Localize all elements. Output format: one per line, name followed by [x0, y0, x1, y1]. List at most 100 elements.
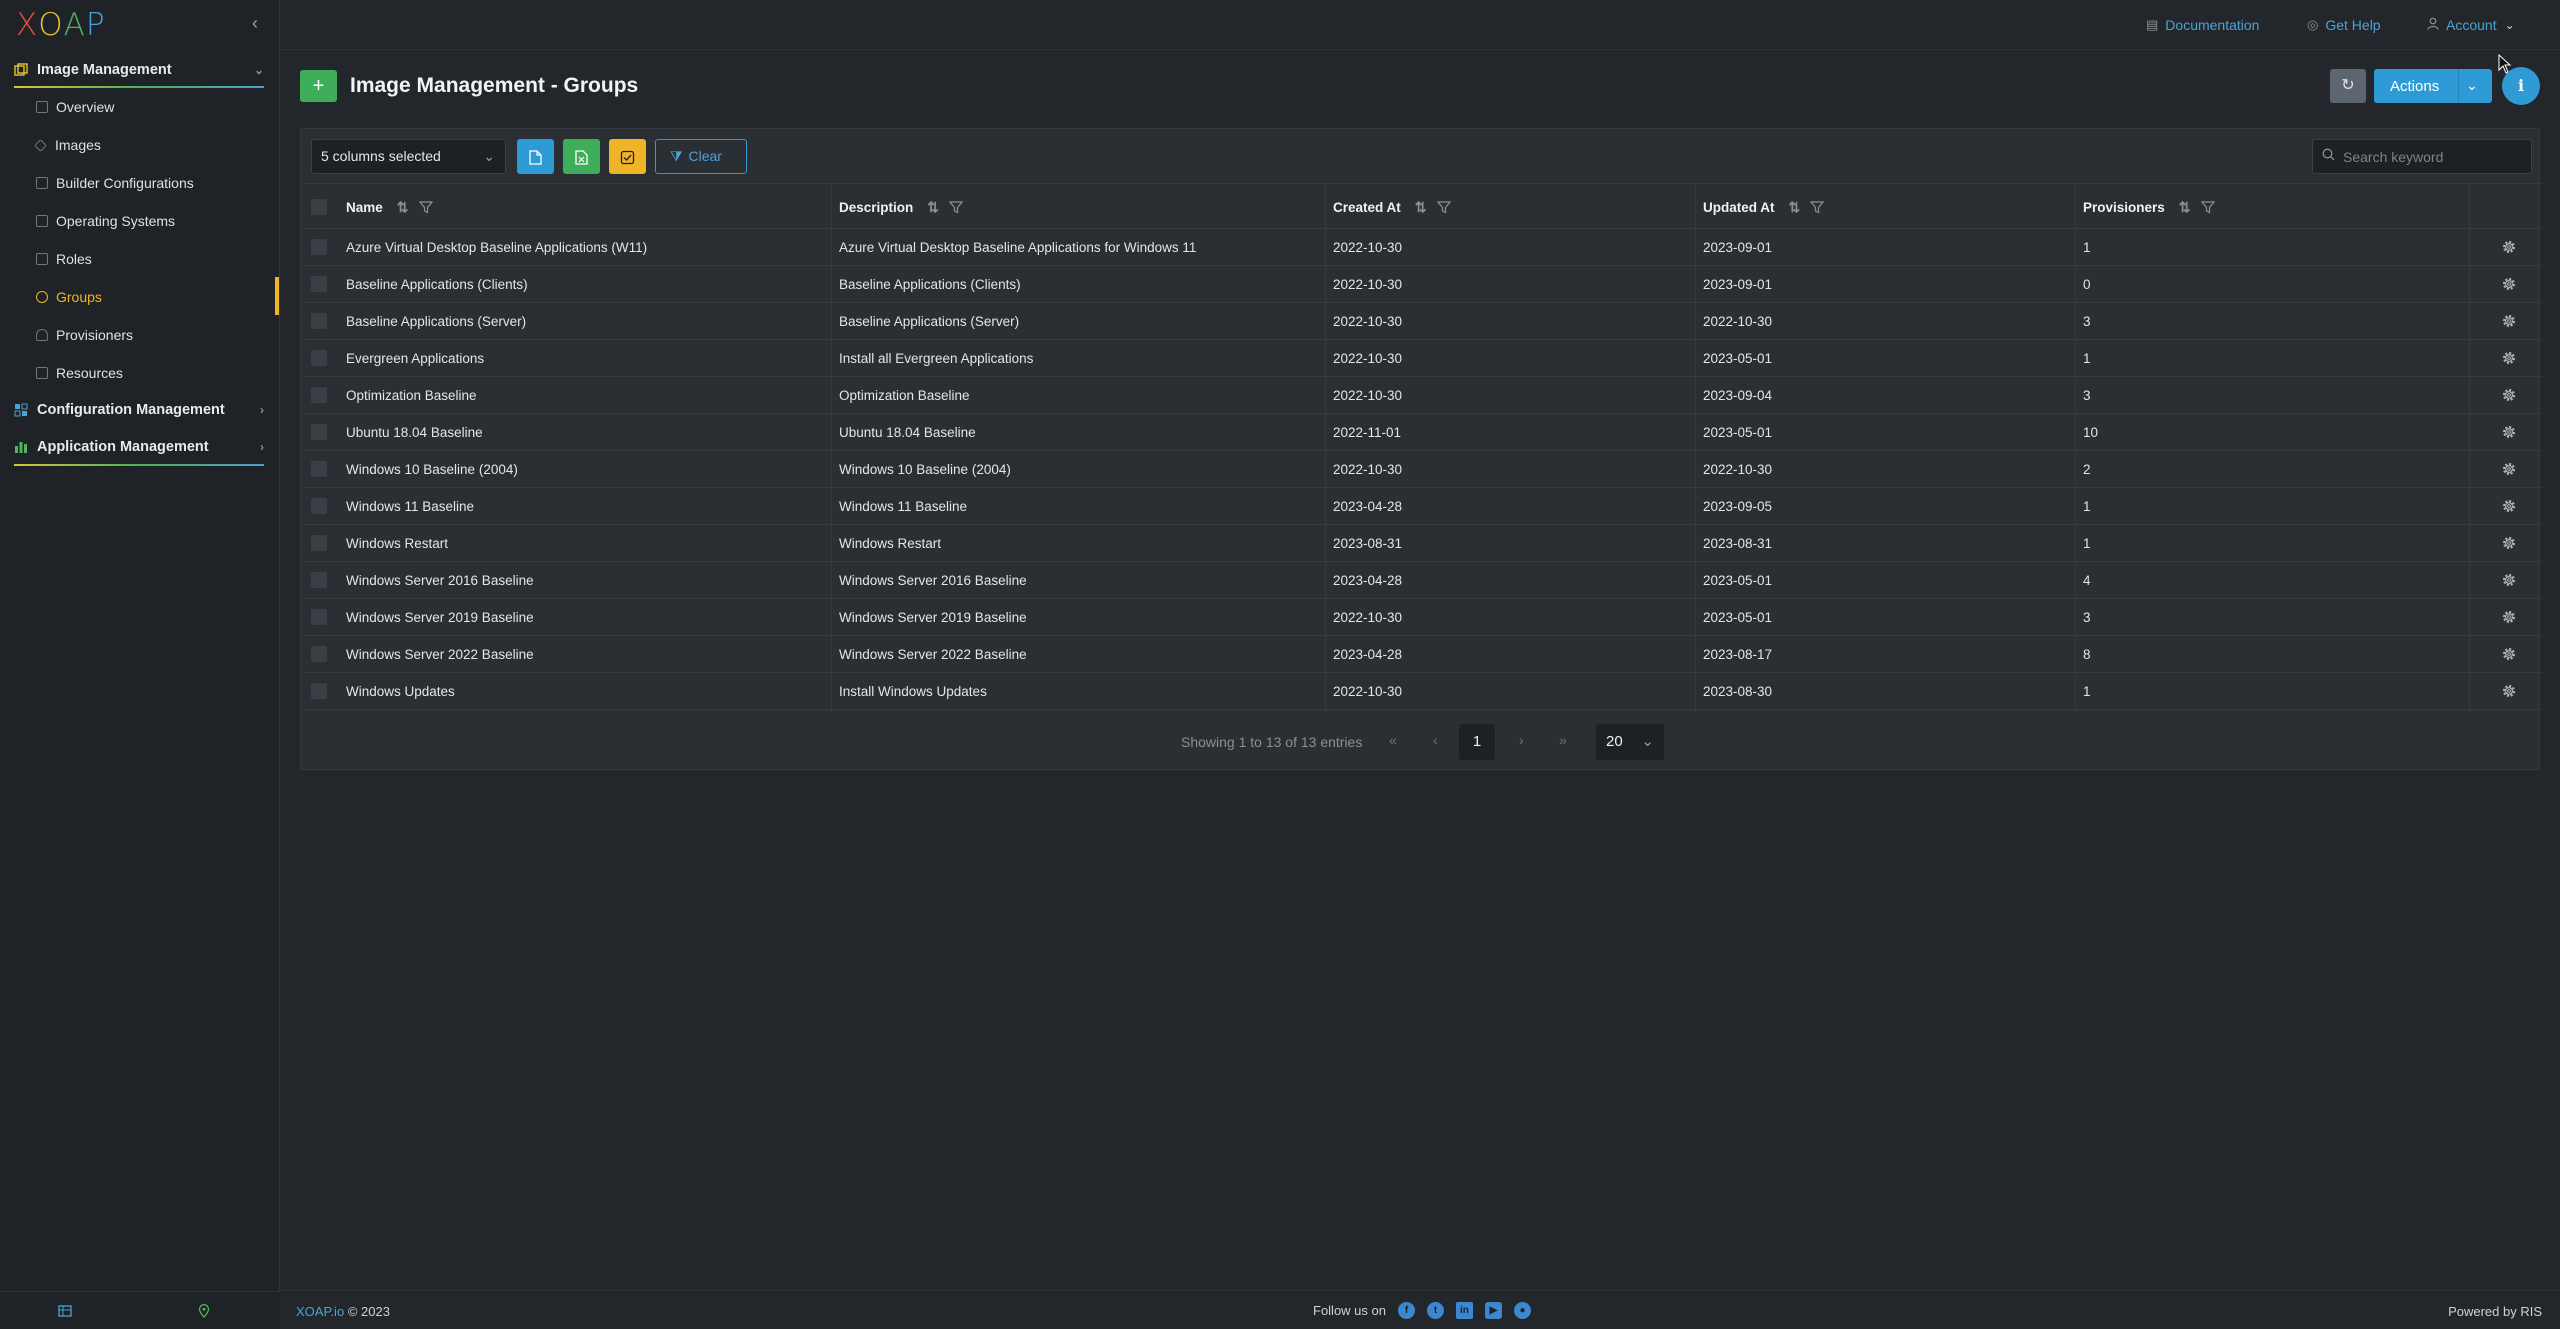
row-checkbox[interactable] [311, 609, 327, 625]
row-checkbox[interactable] [311, 387, 327, 403]
xoap-link[interactable]: XOAP.io [296, 1304, 344, 1319]
clear-filters-button[interactable]: ⧩ Clear [655, 139, 747, 174]
documentation-link[interactable]: ▤ Documentation [2146, 16, 2259, 34]
twitter-icon[interactable]: t [1426, 1302, 1444, 1319]
column-header-updated-at[interactable]: Updated At ⇅ [1703, 184, 1825, 230]
select-all-checkbox[interactable] [311, 199, 327, 215]
info-button[interactable]: i [2502, 67, 2540, 105]
table-row[interactable]: Windows Restart Windows Restart 2023-08-31… [301, 525, 2541, 562]
location-pin-icon[interactable] [197, 1304, 211, 1318]
table-row[interactable]: Windows 10 Baseline (2004) Windows 10 Bas… [301, 451, 2541, 488]
refresh-button[interactable]: ↻ [2330, 69, 2366, 103]
table-row[interactable]: Windows Updates Install Windows Updates 20… [301, 673, 2541, 710]
gear-icon[interactable] [2501, 609, 2517, 625]
sidebar-item-label: Provisioners [56, 327, 134, 343]
xoap-logo[interactable]: XOAP [16, 7, 106, 43]
row-checkbox[interactable] [311, 683, 327, 699]
sort-icon[interactable]: ⇅ [927, 199, 939, 216]
gear-icon[interactable] [2501, 535, 2517, 551]
select-all-button[interactable] [609, 139, 646, 174]
sidebar-item-groups[interactable]: Groups [0, 282, 280, 312]
account-menu[interactable]: Account ⌄ [2427, 16, 2515, 34]
gear-icon[interactable] [2501, 350, 2517, 366]
table-row[interactable]: Evergreen Applications Install all Evergr… [301, 340, 2541, 377]
table-row[interactable]: Baseline Applications (Clients) Baseline … [301, 266, 2541, 303]
gear-icon[interactable] [2501, 572, 2517, 588]
row-checkbox[interactable] [311, 239, 327, 255]
gear-icon[interactable] [2501, 387, 2517, 403]
sidebar-item-operating-systems[interactable]: Operating Systems [0, 206, 280, 236]
table-row[interactable]: Windows Server 2022 Baseline Windows Serv… [301, 636, 2541, 673]
current-page-button[interactable]: 1 [1459, 724, 1495, 760]
collapse-sidebar-icon[interactable]: ‹ [244, 12, 266, 34]
table-row[interactable]: Windows 11 Baseline Windows 11 Baseline 20… [301, 488, 2541, 525]
first-page-icon[interactable]: « [1389, 732, 1397, 748]
column-selector[interactable]: 5 columns selected ⌄ [311, 139, 506, 174]
table-row[interactable]: Azure Virtual Desktop Baseline Applicati… [301, 229, 2541, 266]
table-view-icon[interactable] [58, 1304, 72, 1318]
gear-icon[interactable] [2501, 276, 2517, 292]
row-checkbox[interactable] [311, 646, 327, 662]
table-row[interactable]: Baseline Applications (Server) Baseline A… [301, 303, 2541, 340]
sort-icon[interactable]: ⇅ [1415, 199, 1427, 216]
last-page-icon[interactable]: » [1559, 732, 1567, 748]
footer-copyright: XOAP.io © 2023 [296, 1304, 390, 1319]
gear-icon[interactable] [2501, 646, 2517, 662]
row-checkbox[interactable] [311, 498, 327, 514]
chevron-down-icon[interactable]: ⌄ [2466, 77, 2478, 94]
search-box[interactable] [2312, 139, 2532, 174]
filter-icon[interactable] [949, 200, 963, 214]
column-header-description[interactable]: Description ⇅ [839, 184, 963, 230]
sidebar-item-images[interactable]: Images [0, 130, 280, 160]
nav-section-image-management[interactable]: Image Management ⌄ [0, 55, 280, 85]
column-header-provisioners[interactable]: Provisioners ⇅ [2083, 184, 2215, 230]
filter-icon[interactable] [1436, 200, 1451, 214]
row-checkbox[interactable] [311, 535, 327, 551]
sidebar-item-overview[interactable]: Overview [0, 92, 280, 122]
row-checkbox[interactable] [311, 313, 327, 329]
gear-icon[interactable] [2501, 239, 2517, 255]
row-checkbox[interactable] [311, 572, 327, 588]
table-row[interactable]: Windows Server 2016 Baseline Windows Serv… [301, 562, 2541, 599]
page-size-select[interactable]: 20 ⌄ [1596, 724, 1664, 760]
table-row[interactable]: Optimization Baseline Optimization Baseli… [301, 377, 2541, 414]
filter-icon[interactable] [2200, 200, 2215, 214]
add-group-button[interactable]: + [300, 70, 337, 102]
nav-section-configuration-management[interactable]: Configuration Management › [0, 395, 280, 425]
export-csv-button[interactable] [517, 139, 554, 174]
filter-icon[interactable] [1810, 200, 1825, 214]
sidebar-item-roles[interactable]: Roles [0, 244, 280, 274]
linkedin-icon[interactable]: in [1455, 1302, 1473, 1319]
row-checkbox[interactable] [311, 276, 327, 292]
filter-icon[interactable] [418, 200, 433, 214]
gear-icon[interactable] [2501, 424, 2517, 440]
check-square-icon [620, 150, 635, 164]
gear-icon[interactable] [2501, 461, 2517, 477]
table-row[interactable]: Ubuntu 18.04 Baseline Ubuntu 18.04 Baseli… [301, 414, 2541, 451]
sort-icon[interactable]: ⇅ [397, 199, 409, 216]
gear-icon[interactable] [2501, 683, 2517, 699]
sidebar-item-provisioners[interactable]: Provisioners [0, 320, 280, 350]
prev-page-icon[interactable]: ‹ [1433, 732, 1438, 748]
export-excel-button[interactable] [563, 139, 600, 174]
sidebar-item-builder-configurations[interactable]: Builder Configurations [0, 168, 280, 198]
next-page-icon[interactable]: › [1519, 732, 1524, 748]
get-help-link[interactable]: ◎ Get Help [2307, 16, 2381, 34]
facebook-icon[interactable]: f [1397, 1302, 1415, 1319]
gear-icon[interactable] [2501, 313, 2517, 329]
github-icon[interactable]: ● [1513, 1302, 1531, 1319]
nav-section-application-management[interactable]: Application Management › [0, 432, 280, 462]
youtube-icon[interactable]: ▶ [1484, 1302, 1502, 1319]
sort-icon[interactable]: ⇅ [2179, 199, 2191, 216]
search-input[interactable] [2343, 140, 2523, 173]
row-checkbox[interactable] [311, 350, 327, 366]
sidebar-item-resources[interactable]: Resources [0, 358, 280, 388]
table-row[interactable]: Windows Server 2019 Baseline Windows Serv… [301, 599, 2541, 636]
row-checkbox[interactable] [311, 424, 327, 440]
actions-button[interactable]: Actions ⌄ [2374, 69, 2492, 103]
row-checkbox[interactable] [311, 461, 327, 477]
column-header-created-at[interactable]: Created At ⇅ [1333, 184, 1451, 230]
column-header-name[interactable]: Name ⇅ [346, 184, 433, 230]
sort-icon[interactable]: ⇅ [1789, 199, 1801, 216]
gear-icon[interactable] [2501, 498, 2517, 514]
